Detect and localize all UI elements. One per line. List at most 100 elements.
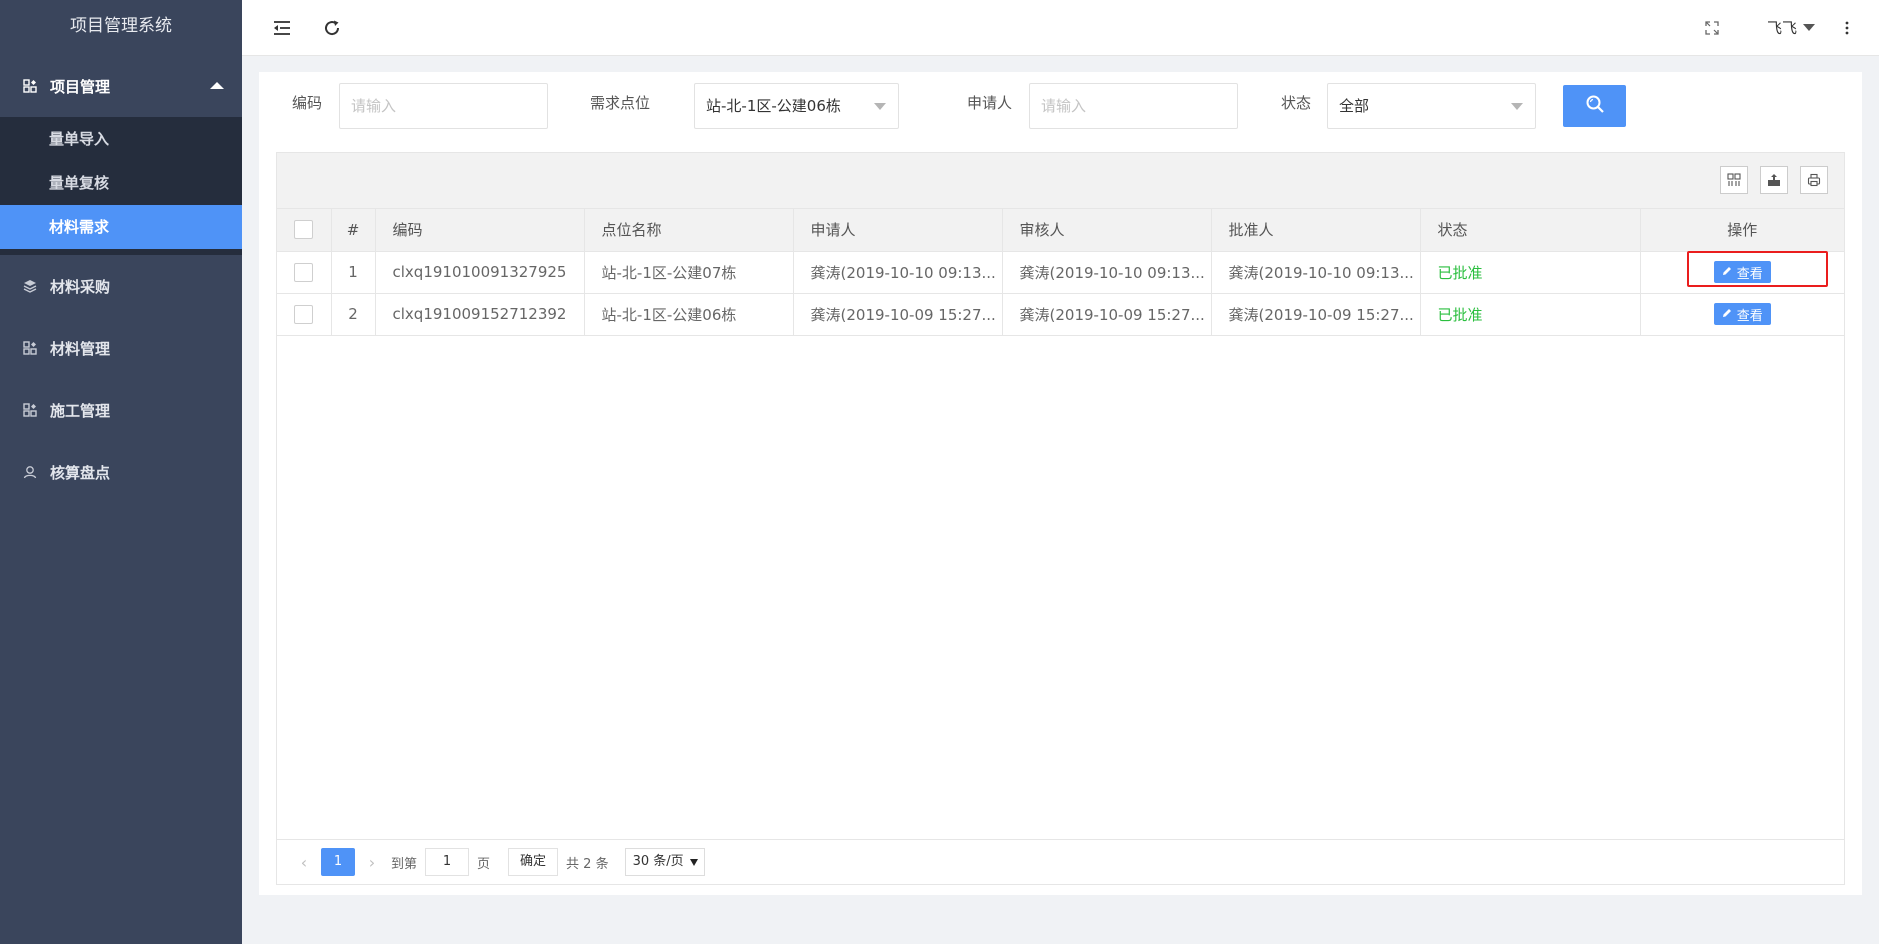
more-vertical-icon[interactable] [1833,14,1861,42]
row-select-cell [277,251,332,294]
column-header: # [331,209,376,252]
data-table: # 编码 点位名称 申请人 审核人 批准人 状态 操作 1 clxq191010… [277,209,1844,336]
table-panel: # 编码 点位名称 申请人 审核人 批准人 状态 操作 1 clxq191010… [276,152,1845,885]
chevron-down-icon [874,103,886,110]
code-input[interactable]: 请输入 [339,83,548,129]
page-size-value: 30 条/页 [632,854,684,869]
user-name: 飞飞 [1766,19,1797,37]
status-select[interactable]: 全部 [1327,83,1536,129]
prev-page-icon[interactable]: ‹ [293,853,315,872]
export-icon[interactable] [1760,166,1788,194]
location-select[interactable]: 站-北-1区-公建06栋 [694,83,899,129]
caret-down-icon [689,859,698,866]
page-number-current[interactable]: 1 [321,848,355,876]
select-all-checkbox[interactable] [294,220,314,240]
table-row[interactable]: 1 clxq191010091327925 站-北-1区-公建07栋 龚涛(20… [277,251,1844,294]
layers-icon [22,278,38,294]
submenu: 量单导入 量单复核 材料需求 [0,117,242,255]
column-header[interactable]: 申请人 [793,209,1003,252]
row-number: 2 [331,293,376,336]
sidebar: 项目管理系统 项目管理 量单导入 量单复核 材料需求 材料采购 材料管理 施工管… [0,0,242,944]
applicant-label: 申请人 [967,94,1013,112]
column-header[interactable]: 编码 [375,209,585,252]
cell-location: 站-北-1区-公建07栋 [584,251,794,294]
table-row[interactable]: 2 clxq191009152712392 站-北-1区-公建06栋 龚涛(20… [277,293,1844,336]
next-page-icon[interactable]: › [361,853,383,872]
submenu-item-material-demand[interactable]: 材料需求 [0,205,242,249]
submenu-item-review[interactable]: 量单复核 [0,161,242,205]
table-toolbar [277,153,1844,209]
content-card: 编码 请输入 需求点位 站-北-1区-公建06栋 申请人 请输入 状态 全部 #… [259,72,1862,895]
cell-code: clxq191009152712392 [375,293,585,336]
column-header: 操作 [1640,209,1844,252]
view-button[interactable]: 查看 [1713,261,1771,283]
grid-icon [22,78,38,94]
view-button-label: 查看 [1736,266,1763,282]
cell-reviewer: 龚涛(2019-10-10 09:13... [1002,251,1212,294]
cell-action: 查看 [1640,293,1844,336]
menu-item-label: 材料采购 [50,277,111,296]
print-icon[interactable] [1800,166,1828,194]
row-number: 1 [331,251,376,294]
table-header-row: # 编码 点位名称 申请人 审核人 批准人 状态 操作 [277,209,1844,252]
topbar: 飞飞 [242,0,1879,56]
menu-group-project-management[interactable]: 项目管理 [0,55,242,117]
fullscreen-icon[interactable] [1698,14,1726,42]
cell-status: 已批准 [1420,293,1641,336]
column-header[interactable]: 批准人 [1211,209,1421,252]
select-all-cell [277,209,332,252]
applicant-input[interactable]: 请输入 [1029,83,1238,129]
column-header[interactable]: 审核人 [1002,209,1212,252]
filter-bar: 编码 请输入 需求点位 站-北-1区-公建06栋 申请人 请输入 状态 全部 [259,72,1862,152]
menu-item-construction[interactable]: 施工管理 [0,379,242,441]
row-checkbox[interactable] [294,262,314,282]
cell-status: 已批准 [1420,251,1641,294]
location-select-value: 站-北-1区-公建06栋 [706,97,841,115]
status-select-value: 全部 [1339,97,1370,115]
search-button[interactable] [1563,85,1626,127]
app-title: 项目管理系统 [0,0,242,55]
menu-item-label: 施工管理 [50,401,111,420]
row-select-cell [277,293,332,336]
submenu-item-import[interactable]: 量单导入 [0,117,242,161]
search-icon [1585,94,1605,118]
refresh-icon[interactable] [318,14,346,42]
cell-approver: 龚涛(2019-10-10 09:13... [1211,251,1421,294]
cell-action: 查看 [1640,251,1844,294]
menu-item-accounting[interactable]: 核算盘点 [0,441,242,503]
view-button[interactable]: 查看 [1713,303,1771,325]
user-icon [22,464,38,480]
grid-icon [22,340,38,356]
row-checkbox[interactable] [294,304,314,324]
pagination: ‹ 1 › 到第 1 页 确定 共 2 条 30 条/页 [277,839,1844,884]
cell-code: clxq191010091327925 [375,251,585,294]
page-unit-label: 页 [477,856,491,872]
user-menu[interactable]: 飞飞 [1767,17,1815,38]
grid-icon [22,402,38,418]
menu-item-material[interactable]: 材料管理 [0,317,242,379]
chevron-down-icon [1511,103,1523,110]
menu-item-label: 材料管理 [50,339,111,358]
menu-item-label: 核算盘点 [50,463,111,482]
view-button-label: 查看 [1736,308,1763,324]
edit-pencil-icon [1722,265,1732,280]
cell-applicant: 龚涛(2019-10-09 15:27... [793,293,1003,336]
goto-confirm-button[interactable]: 确定 [508,848,559,876]
location-label: 需求点位 [590,94,651,112]
column-header[interactable]: 点位名称 [584,209,794,252]
goto-label: 到第 [391,856,418,872]
column-header[interactable]: 状态 [1420,209,1641,252]
menu-collapse-icon[interactable] [268,14,296,42]
total-count: 共 2 条 [566,856,609,872]
code-label: 编码 [292,94,323,112]
columns-icon[interactable] [1720,166,1748,194]
caret-down-icon [1803,24,1815,31]
menu-group-label: 项目管理 [50,77,111,96]
menu-item-purchase[interactable]: 材料采购 [0,255,242,317]
cell-location: 站-北-1区-公建06栋 [584,293,794,336]
goto-page-input[interactable]: 1 [425,848,470,876]
cell-reviewer: 龚涛(2019-10-09 15:27... [1002,293,1212,336]
page-size-select[interactable]: 30 条/页 [624,848,705,876]
status-label: 状态 [1281,94,1312,112]
edit-pencil-icon [1722,307,1732,322]
